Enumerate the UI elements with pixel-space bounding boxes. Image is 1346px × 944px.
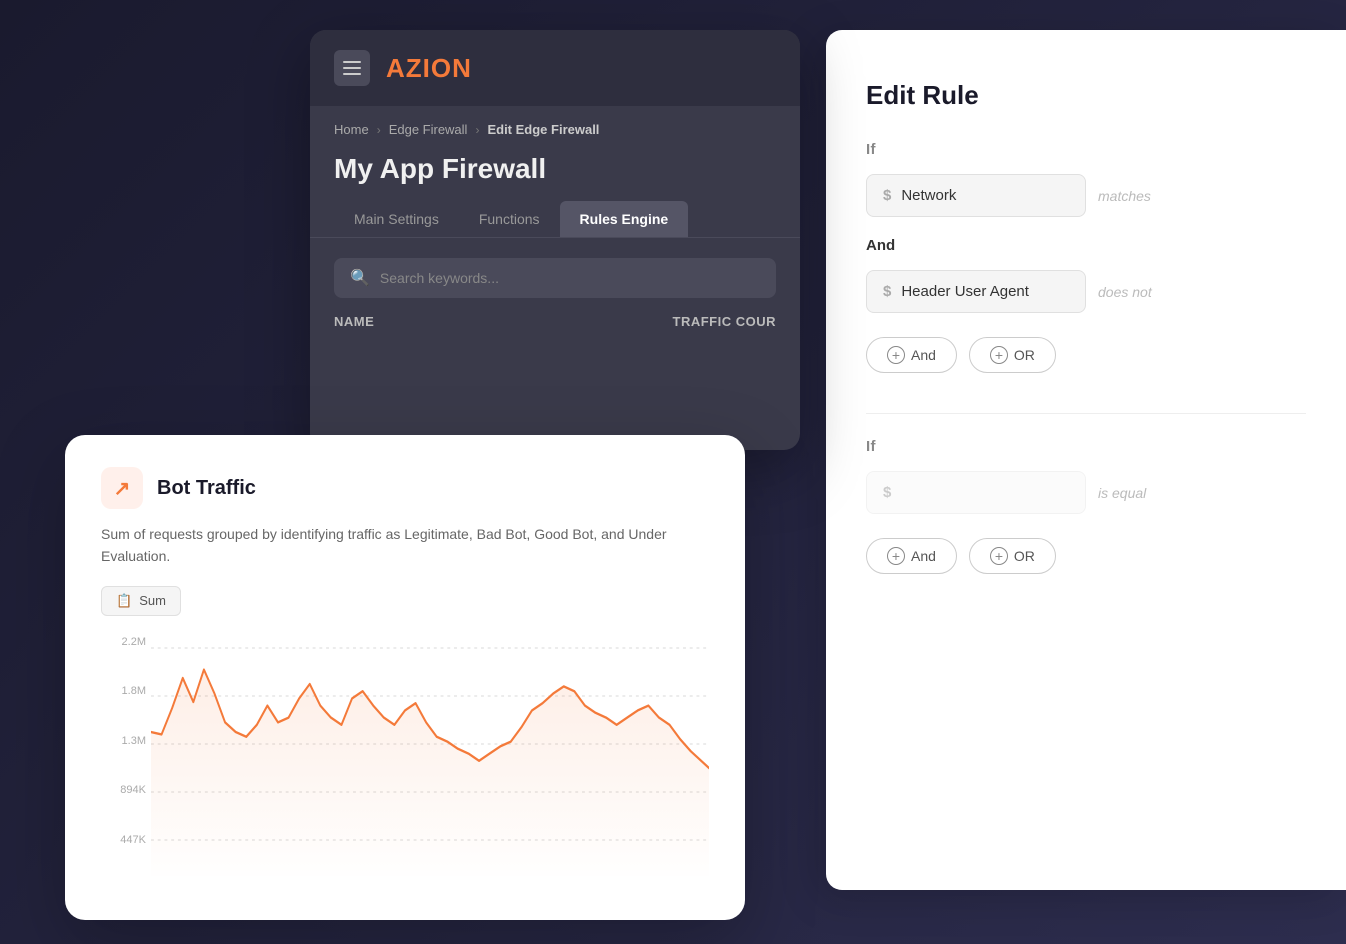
rule-field-network-text: Network	[901, 187, 956, 204]
card-description: Sum of requests grouped by identifying t…	[101, 523, 709, 568]
hamburger-line-1	[343, 61, 361, 63]
chart-svg	[151, 636, 709, 876]
page-title: My App Firewall	[310, 145, 800, 201]
card-icon-wrap: ↗	[101, 467, 143, 509]
chart-y-label-3: 1.3M	[101, 735, 146, 747]
chart-area: 2.2M 1.8M 1.3M 894K 447K	[101, 636, 709, 876]
hamburger-line-2	[343, 67, 361, 69]
rule-and-label: And	[866, 237, 1306, 254]
rule-field-row-3: $ is equal	[866, 471, 1306, 514]
tab-functions[interactable]: Functions	[459, 201, 560, 237]
add-or-button-2[interactable]: + OR	[969, 538, 1056, 574]
rule-operator-doesnot: does not	[1098, 284, 1152, 300]
tab-main-settings[interactable]: Main Settings	[334, 201, 459, 237]
bot-traffic-card: ↗ Bot Traffic Sum of requests grouped by…	[65, 435, 745, 920]
hamburger-button[interactable]	[334, 50, 370, 86]
rule-field-network[interactable]: $ Network	[866, 174, 1086, 217]
search-icon: 🔍	[350, 268, 370, 288]
rule-field-row-1: $ Network matches	[866, 174, 1306, 217]
rule-if-label-2: If	[866, 438, 1306, 455]
plus-circle-and-1: +	[887, 346, 905, 364]
plus-circle-or-1: +	[990, 346, 1008, 364]
table-col-name: Name	[334, 314, 374, 329]
dollar-icon-1: $	[883, 187, 891, 204]
breadcrumb-chevron-1: ›	[377, 123, 381, 137]
trending-up-icon: ↗	[114, 476, 131, 501]
breadcrumb: Home › Edge Firewall › Edit Edge Firewal…	[310, 106, 800, 145]
card-header: ↗ Bot Traffic	[101, 467, 709, 509]
rule-operator-isequal: is equal	[1098, 485, 1146, 501]
hamburger-line-3	[343, 73, 361, 75]
and-button-label-2: And	[911, 548, 936, 564]
azion-logo: AZION	[386, 53, 472, 84]
rule-operator-matches: matches	[1098, 188, 1151, 204]
rule-field-row-2: $ Header User Agent does not	[866, 270, 1306, 313]
table-icon: 📋	[116, 593, 132, 609]
chart-y-label-5: 447K	[101, 834, 146, 846]
and-button-label-1: And	[911, 347, 936, 363]
app-tabs: Main Settings Functions Rules Engine	[310, 201, 800, 238]
edit-rule-title: Edit Rule	[866, 80, 1306, 111]
plus-circle-or-2: +	[990, 547, 1008, 565]
breadcrumb-edit-firewall: Edit Edge Firewall	[487, 122, 599, 137]
card-title: Bot Traffic	[157, 477, 256, 500]
table-header: Name Traffic Cour	[310, 298, 800, 329]
rule-field-header-text: Header User Agent	[901, 283, 1029, 300]
main-app-panel: AZION Home › Edge Firewall › Edit Edge F…	[310, 30, 800, 450]
search-placeholder: Search keywords...	[380, 270, 499, 286]
plus-circle-and-2: +	[887, 547, 905, 565]
rule-field-empty[interactable]: $	[866, 471, 1086, 514]
chart-y-labels: 2.2M 1.8M 1.3M 894K 447K	[101, 636, 146, 846]
chart-y-label-1: 2.2M	[101, 636, 146, 648]
rule-if-label-1: If	[866, 141, 1306, 158]
tab-rules-engine[interactable]: Rules Engine	[560, 201, 689, 237]
add-and-button-2[interactable]: + And	[866, 538, 957, 574]
edit-rule-panel: Edit Rule If $ Network matches And $ Hea…	[826, 30, 1346, 890]
app-header: AZION	[310, 30, 800, 106]
search-box[interactable]: 🔍 Search keywords...	[334, 258, 776, 298]
card-badge: 📋 Sum	[101, 586, 181, 616]
add-and-button-1[interactable]: + And	[866, 337, 957, 373]
add-or-button-1[interactable]: + OR	[969, 337, 1056, 373]
breadcrumb-chevron-2: ›	[475, 123, 479, 137]
table-col-traffic: Traffic Cour	[673, 314, 777, 329]
breadcrumb-edge-firewall[interactable]: Edge Firewall	[389, 122, 468, 137]
or-button-label-1: OR	[1014, 347, 1035, 363]
search-area: 🔍 Search keywords...	[310, 238, 800, 298]
rule-field-header-user-agent[interactable]: $ Header User Agent	[866, 270, 1086, 313]
breadcrumb-home[interactable]: Home	[334, 122, 369, 137]
rule-buttons-row-2: + And + OR	[866, 538, 1306, 574]
rule-buttons-row-1: + And + OR	[866, 337, 1306, 373]
or-button-label-2: OR	[1014, 548, 1035, 564]
chart-y-label-4: 894K	[101, 784, 146, 796]
dollar-icon-3: $	[883, 484, 891, 501]
badge-label: Sum	[139, 593, 166, 608]
chart-svg-wrap	[151, 636, 709, 876]
chart-y-label-2: 1.8M	[101, 685, 146, 697]
dollar-icon-2: $	[883, 283, 891, 300]
rule-divider	[866, 413, 1306, 414]
